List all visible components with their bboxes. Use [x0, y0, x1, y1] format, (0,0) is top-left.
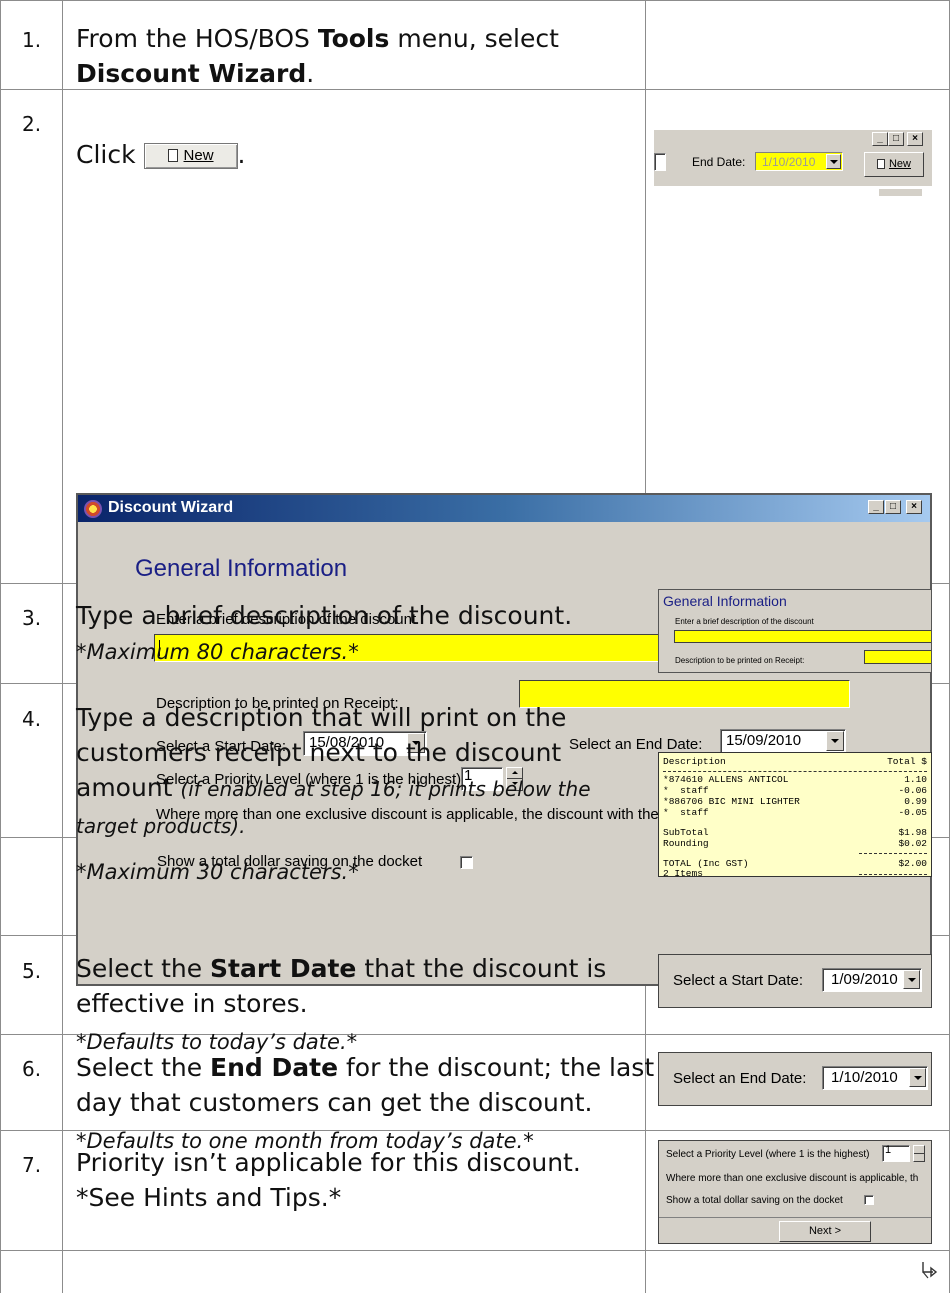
step-7-text: Priority isn’t applicable for this disco…: [76, 1148, 581, 1212]
step-2-text: Click New.: [76, 140, 246, 169]
step-number: 5.: [22, 959, 42, 983]
chevron-down-icon[interactable]: [826, 154, 841, 169]
end-date-label: End Date:: [692, 155, 746, 169]
end-date-dropdown[interactable]: 15/09/2010: [720, 729, 846, 754]
step-6-text: Select the End Date for the discount; th…: [76, 1053, 655, 1117]
step-number: 4.: [22, 707, 42, 731]
chevron-down-icon: [909, 1068, 926, 1087]
next-button-thumb: Next >: [779, 1221, 871, 1242]
maximize-icon[interactable]: □: [885, 500, 901, 514]
step-number: 7.: [22, 1153, 42, 1177]
table-border-top: [0, 0, 950, 1]
discount-wizard-menu-item: Discount Wizard: [76, 59, 307, 88]
step-3-text: Type a brief description of the discount…: [76, 601, 573, 630]
close-icon[interactable]: ×: [906, 500, 922, 514]
close-icon[interactable]: ×: [907, 132, 923, 146]
end-date-dropdown[interactable]: 1/10/2010: [755, 152, 843, 171]
dropdown-edge: [654, 153, 666, 171]
maximize-icon[interactable]: □: [888, 132, 904, 146]
minimize-icon[interactable]: _: [868, 500, 884, 514]
end-date-dropdown-thumb: 1/10/2010: [822, 1066, 928, 1090]
end-date-screenshot: Select an End Date: 1/10/2010: [658, 1052, 932, 1106]
saving-checkbox-thumb: [864, 1195, 874, 1205]
start-date-term: Start Date: [210, 954, 357, 983]
priority-spinner-thumb: [913, 1145, 925, 1162]
step-number: 3.: [22, 606, 42, 630]
step-5-text: Select the Start Date that the discount …: [76, 954, 607, 1018]
step-4-note: *Maximum 30 characters.*: [76, 860, 359, 884]
new-button-screenshot: _ □ × End Date: 1/10/2010 New: [654, 130, 932, 196]
row-divider: [0, 1250, 950, 1251]
step-1-text: From the HOS/BOS Tools menu, select Disc…: [76, 24, 559, 88]
wizard-app-icon: [84, 500, 102, 518]
step-number: 6.: [22, 1057, 42, 1081]
priority-screenshot: Select a Priority Level (where 1 is the …: [658, 1140, 932, 1244]
step-3-note: *Maximum 80 characters.*: [76, 640, 359, 664]
new-document-icon: [167, 149, 178, 162]
section-heading: General Information: [135, 555, 348, 582]
step-number: 2.: [22, 112, 42, 136]
chevron-down-icon[interactable]: [826, 731, 844, 751]
priority-input-thumb: 1: [882, 1144, 910, 1162]
receipt-sample: Description Total $ *874610 ALLENS ANTIC…: [658, 752, 932, 877]
new-button[interactable]: New: [143, 143, 238, 169]
general-information-screenshot: General Information Enter a brief descri…: [658, 589, 932, 673]
minimize-icon[interactable]: _: [872, 132, 888, 146]
title-bar: Discount Wizard _ □ ×: [78, 495, 930, 522]
receipt-input-thumb: [864, 650, 931, 664]
step-4-text: Type a description that will print on th…: [76, 703, 591, 838]
start-date-screenshot: Select a Start Date: 1/09/2010: [658, 954, 932, 1008]
new-document-icon: [876, 159, 885, 169]
step-number: 1.: [22, 28, 42, 52]
description-input-thumb: [674, 630, 931, 643]
column-divider: [645, 0, 646, 493]
new-button-thumb[interactable]: New: [864, 152, 924, 177]
end-date-term: End Date: [210, 1053, 339, 1082]
saving-checkbox[interactable]: [460, 856, 473, 869]
continue-arrow-icon: [922, 1262, 938, 1279]
tools-menu-name: Tools: [317, 24, 390, 53]
chevron-down-icon: [903, 970, 920, 989]
window-title: Discount Wizard: [108, 499, 234, 516]
start-date-dropdown-thumb: 1/09/2010: [822, 968, 922, 992]
column-divider: [62, 0, 63, 1293]
table-border-left: [0, 0, 1, 1293]
